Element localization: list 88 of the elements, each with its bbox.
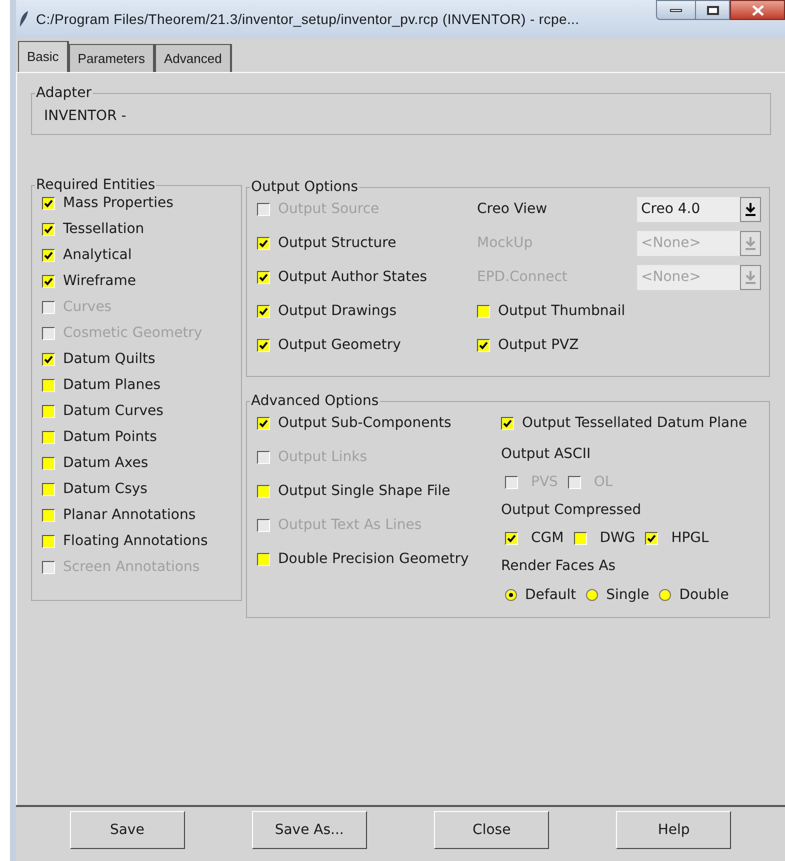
group-title: Required Entities <box>35 176 156 194</box>
dropdown[interactable]: Creo 4.0 <box>637 196 761 222</box>
dropdown-value: Creo 4.0 <box>637 196 740 222</box>
radio-label: Single <box>606 586 650 604</box>
tab[interactable]: Basic <box>18 41 69 72</box>
close-icon <box>752 4 764 16</box>
close-button[interactable] <box>730 0 785 20</box>
checkbox[interactable] <box>42 248 55 262</box>
checkbox[interactable] <box>42 534 55 548</box>
checkbox[interactable] <box>257 484 270 498</box>
minimize-icon <box>670 8 682 12</box>
checkbox-label: CGM <box>531 528 564 548</box>
radio-button[interactable] <box>505 589 517 601</box>
checkbox[interactable] <box>257 236 270 250</box>
dropdown-button[interactable] <box>740 196 761 222</box>
checkbox-label: Tessellation <box>63 220 144 238</box>
checkbox[interactable] <box>257 270 270 284</box>
group-title: Output Options <box>250 178 360 196</box>
checkbox[interactable] <box>477 304 490 318</box>
radio-label: Double <box>679 586 729 604</box>
checkbox[interactable] <box>42 430 55 444</box>
dropdown-label: Creo View <box>477 200 548 218</box>
download-arrow-icon <box>745 270 756 284</box>
checkbox-label: Wireframe <box>63 272 136 290</box>
checkbox-label: Double Precision Geometry <box>278 550 469 568</box>
checkbox-label: Planar Annotations <box>63 506 196 524</box>
checkbox[interactable] <box>42 508 55 522</box>
checkbox-label: Output Author States <box>278 268 428 286</box>
section-label: Output ASCII <box>501 444 591 464</box>
checkbox[interactable] <box>505 532 518 544</box>
checkbox[interactable] <box>42 456 55 470</box>
dropdown-value: <None> <box>637 264 740 290</box>
quill-icon <box>18 10 30 28</box>
checkbox[interactable] <box>257 552 270 566</box>
checkbox-label: Datum Csys <box>63 480 148 498</box>
maximize-button[interactable] <box>696 0 730 20</box>
adapter-value: INVENTOR - <box>44 106 126 126</box>
tab[interactable]: Parameters <box>68 44 155 72</box>
checkbox[interactable] <box>42 222 55 236</box>
checkbox[interactable] <box>257 416 270 430</box>
checkbox-label: Datum Axes <box>63 454 148 472</box>
checkbox[interactable] <box>574 532 587 544</box>
dialog-button[interactable]: Close <box>434 811 550 849</box>
checkbox-label: Output Single Shape File <box>278 482 450 500</box>
section-label: Render Faces As <box>501 556 616 576</box>
checkbox-label: Datum Planes <box>63 376 161 394</box>
checkbox[interactable] <box>42 196 55 210</box>
group-title: Adapter <box>35 84 93 102</box>
dialog-button[interactable]: Save <box>70 811 185 849</box>
checkbox-label: Output Tessellated Datum Plane <box>522 414 748 432</box>
dialog-button[interactable]: Save As... <box>252 811 367 849</box>
checkbox-label: Output Thumbnail <box>498 302 626 320</box>
checkbox-label: Datum Curves <box>63 402 164 420</box>
minimize-button[interactable] <box>656 0 696 20</box>
checkbox-label: Output Sub-Components <box>278 414 452 432</box>
checkbox-label: Floating Annotations <box>63 532 208 550</box>
checkbox-label: DWG <box>600 528 636 548</box>
checkbox-label: Datum Points <box>63 428 157 446</box>
checkbox-label: Output Drawings <box>278 302 397 320</box>
radio-button[interactable] <box>586 589 598 601</box>
download-arrow-icon <box>745 202 756 216</box>
maximize-icon <box>706 6 718 14</box>
group-title: Advanced Options <box>250 392 380 410</box>
checkbox-label: Datum Quilts <box>63 350 156 368</box>
checkbox[interactable] <box>257 338 270 352</box>
checkbox[interactable] <box>477 338 490 352</box>
checkbox[interactable] <box>645 532 658 544</box>
tab[interactable]: Advanced <box>155 44 232 72</box>
checkbox[interactable] <box>42 482 55 496</box>
checkbox[interactable] <box>501 416 514 430</box>
section-label: Output Compressed <box>501 500 642 520</box>
checkbox[interactable] <box>42 352 55 366</box>
checkbox[interactable] <box>42 378 55 392</box>
radio-label: Default <box>525 586 576 604</box>
checkbox-label: Output Structure <box>278 234 396 252</box>
checkbox[interactable] <box>257 304 270 318</box>
checkbox-label: Analytical <box>63 246 132 264</box>
checkbox-label: Output PVZ <box>498 336 579 354</box>
checkbox-label: Output Geometry <box>278 336 401 354</box>
dropdown-value: <None> <box>637 230 740 256</box>
radio-button[interactable] <box>659 589 672 601</box>
window-title: C:/Program Files/Theorem/21.3/inventor_setup/inventor_pv.rcp (INVENTOR) - rcpe... <box>36 10 580 29</box>
checkbox-label: Mass Properties <box>63 194 174 212</box>
checkbox[interactable] <box>42 404 55 418</box>
checkbox[interactable] <box>42 274 55 288</box>
checkbox-label: HPGL <box>671 528 709 548</box>
dialog-button[interactable]: Help <box>616 811 732 849</box>
download-arrow-icon <box>745 236 756 250</box>
